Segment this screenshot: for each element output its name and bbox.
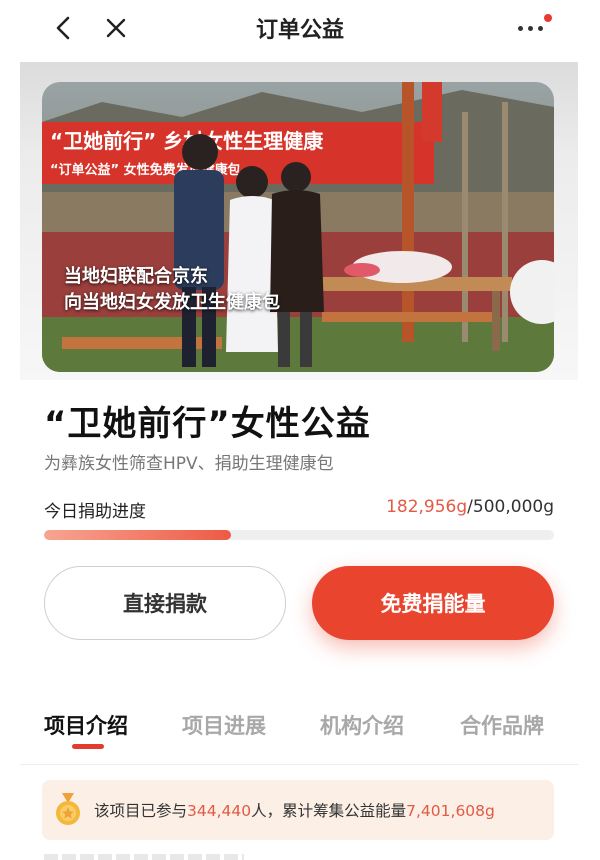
- active-tab-indicator: [72, 744, 104, 749]
- image-caption-line1: 当地妇联配合京东: [64, 266, 208, 287]
- project-title: “卫她前行”女性公益: [44, 404, 371, 444]
- tab-project-intro[interactable]: 项目介绍: [44, 710, 128, 740]
- free-energy-donate-button[interactable]: 免费捐能量: [312, 566, 554, 640]
- more-options-icon[interactable]: [512, 12, 552, 44]
- stats-middle: 人，累计筹集公益能量: [251, 802, 407, 820]
- progress-goal: 500,000g: [472, 497, 554, 517]
- progress-bar-fill: [44, 530, 231, 540]
- hero-image[interactable]: “卫她前行” 乡村女性生理健康 “订单公益” 女性免费发放健康包 当地妇联配合京…: [42, 82, 554, 372]
- progress-current: 182,956g: [386, 497, 468, 517]
- tab-project-progress[interactable]: 项目进展: [182, 710, 266, 740]
- participant-count: 344,440: [187, 802, 252, 820]
- stats-text: 该项目已参与344,440人，累计筹集公益能量7,401,608g: [94, 799, 495, 821]
- progress-bar: [44, 530, 554, 540]
- medal-icon: [56, 793, 80, 825]
- truncated-content: [44, 848, 244, 860]
- progress-label: 今日捐助进度: [44, 502, 146, 522]
- energy-total: 7,401,608g: [406, 802, 495, 820]
- notification-dot: [544, 14, 552, 22]
- participation-stats-banner: 该项目已参与344,440人，累计筹集公益能量7,401,608g: [42, 780, 554, 840]
- top-nav-bar: 订单公益: [0, 0, 600, 56]
- tab-partner-brands[interactable]: 合作品牌: [460, 710, 544, 740]
- stats-prefix: 该项目已参与: [94, 802, 188, 820]
- divider: [20, 764, 578, 765]
- project-subtitle: 为彝族女性筛查HPV、捐助生理健康包: [44, 454, 334, 474]
- progress-value: 182,956g/500,000g: [386, 497, 554, 517]
- page-title: 订单公益: [255, 18, 344, 43]
- direct-donate-button[interactable]: 直接捐款: [44, 566, 286, 640]
- image-caption-line2: 向当地妇女发放卫生健康包: [64, 292, 280, 313]
- tab-organization-intro[interactable]: 机构介绍: [320, 710, 404, 740]
